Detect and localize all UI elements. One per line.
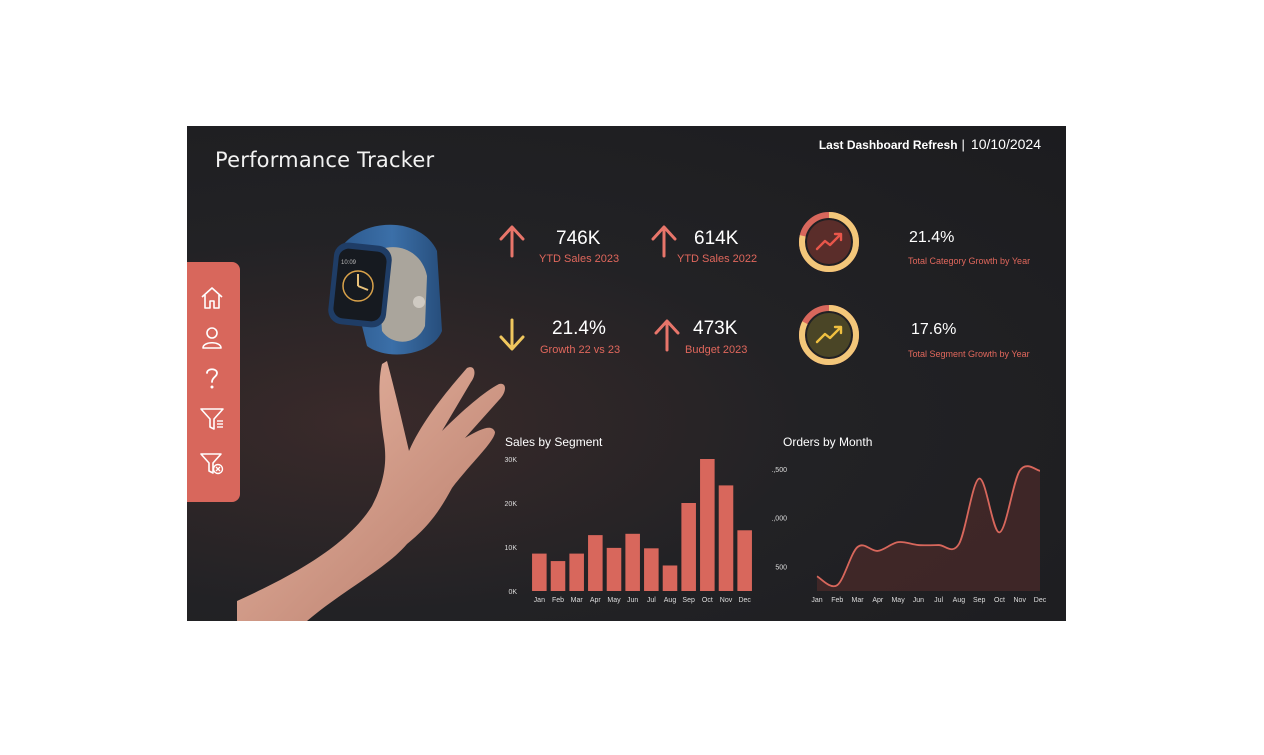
x-tick-label: Dec	[738, 597, 751, 604]
arrow-up-icon	[651, 225, 677, 258]
x-tick-label: Apr	[872, 597, 884, 604]
help-icon[interactable]	[198, 364, 226, 392]
orders-by-month-title: Orders by Month	[783, 435, 873, 449]
home-icon[interactable]	[198, 284, 226, 312]
bar-jun	[625, 533, 640, 591]
x-tick-label: Feb	[831, 597, 843, 604]
x-tick-label: Oct	[994, 597, 1005, 604]
x-tick-label: Jan	[534, 597, 545, 604]
sales-by-segment-chart: 0K 10K 20K 30K Jan Feb Mar Apr May Jun Jul Aug Sep Oc…	[505, 457, 752, 604]
x-tick-label: May	[891, 597, 905, 604]
dashboard: Performance Tracker Last Dashboard Refre…	[187, 126, 1066, 621]
kpi-value: 21.4%	[552, 318, 606, 339]
y-tick-label: 1,000	[772, 516, 787, 523]
x-tick-label: Mar	[571, 597, 584, 604]
bar-mar	[569, 553, 584, 591]
filter-clear-icon[interactable]	[198, 450, 226, 478]
arrow-up-icon	[499, 225, 525, 258]
x-tick-label: Dec	[1034, 597, 1047, 604]
bar-sep	[681, 503, 696, 591]
x-tick-label: Aug	[953, 597, 966, 604]
area-fill	[817, 466, 1040, 591]
category-growth-label: Total Category Growth by Year	[908, 256, 1031, 266]
bar-jan	[532, 553, 547, 591]
bar-apr	[588, 535, 603, 591]
x-tick-label: Mar	[852, 597, 865, 604]
y-tick-label: 10K	[505, 545, 518, 552]
kpi-label: Budget 2023	[685, 344, 748, 356]
bar-may	[606, 547, 622, 591]
refresh-date: 10/10/2024	[970, 136, 1041, 152]
sales-by-segment-title: Sales by Segment	[505, 435, 603, 449]
sidebar	[187, 262, 240, 502]
x-tick-label: Oct	[702, 597, 713, 604]
y-tick-label: 30K	[505, 457, 518, 464]
kpi-label: Growth 22 vs 23	[540, 344, 621, 356]
x-tick-label: Jul	[934, 597, 943, 604]
x-tick-label: Jun	[627, 597, 638, 604]
x-tick-label: Nov	[1014, 597, 1027, 604]
kpi-label: YTD Sales 2022	[677, 253, 758, 265]
bar-oct	[700, 459, 715, 591]
user-icon[interactable]	[198, 324, 226, 352]
x-tick-label: Sep	[682, 597, 695, 604]
bar-dec	[737, 530, 752, 591]
page-title: Performance Tracker	[215, 148, 435, 172]
y-tick-label: 1,500	[772, 467, 787, 474]
kpi-value: 614K	[694, 228, 739, 249]
category-growth-value: 21.4%	[909, 229, 955, 246]
kpi-label: YTD Sales 2023	[539, 253, 620, 265]
bar-nov	[718, 485, 734, 591]
x-tick-label: Sep	[973, 597, 986, 604]
segment-growth-donut	[799, 305, 859, 365]
arrow-down-icon	[499, 318, 525, 351]
x-tick-label: Jun	[913, 597, 924, 604]
filter-icon[interactable]	[198, 405, 226, 433]
x-tick-label: May	[607, 597, 621, 604]
x-tick-label: Nov	[720, 597, 733, 604]
refresh-label: Last Dashboard Refresh	[818, 138, 958, 152]
orders-by-month-chart: 500 1,000 1,500 Jan Feb Mar Apr May Jun Jul Aug Sep…	[772, 465, 1047, 604]
y-tick-label: 20K	[505, 501, 518, 508]
x-tick-label: Feb	[552, 597, 564, 604]
bar-feb	[550, 561, 566, 591]
refresh-separator: |	[961, 137, 965, 152]
kpi-value: 746K	[556, 228, 601, 249]
segment-growth-value: 17.6%	[911, 321, 957, 338]
bar-aug	[662, 565, 678, 591]
svg-text:10:09: 10:09	[341, 260, 357, 266]
refresh-info: Last Dashboard Refresh | 10/10/2024	[819, 136, 1041, 154]
x-tick-label: Aug	[664, 597, 677, 604]
segment-growth-label: Total Segment Growth by Year	[908, 349, 1030, 359]
x-tick-label: Jan	[811, 597, 822, 604]
y-tick-label: 0K	[508, 589, 517, 596]
kpi-value: 473K	[693, 318, 738, 339]
x-tick-label: Jul	[647, 597, 656, 604]
arrow-up-icon	[654, 319, 680, 352]
y-tick-label: 500	[775, 565, 787, 572]
category-growth-donut	[799, 212, 859, 272]
bar-jul	[644, 548, 659, 591]
x-tick-label: Apr	[590, 597, 602, 604]
